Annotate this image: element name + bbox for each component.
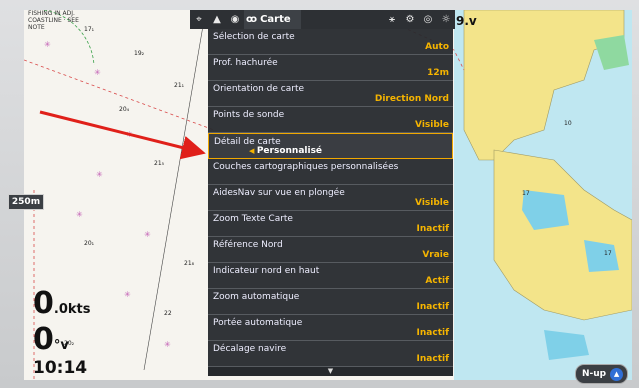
pointer-arrow — [39, 110, 206, 160]
